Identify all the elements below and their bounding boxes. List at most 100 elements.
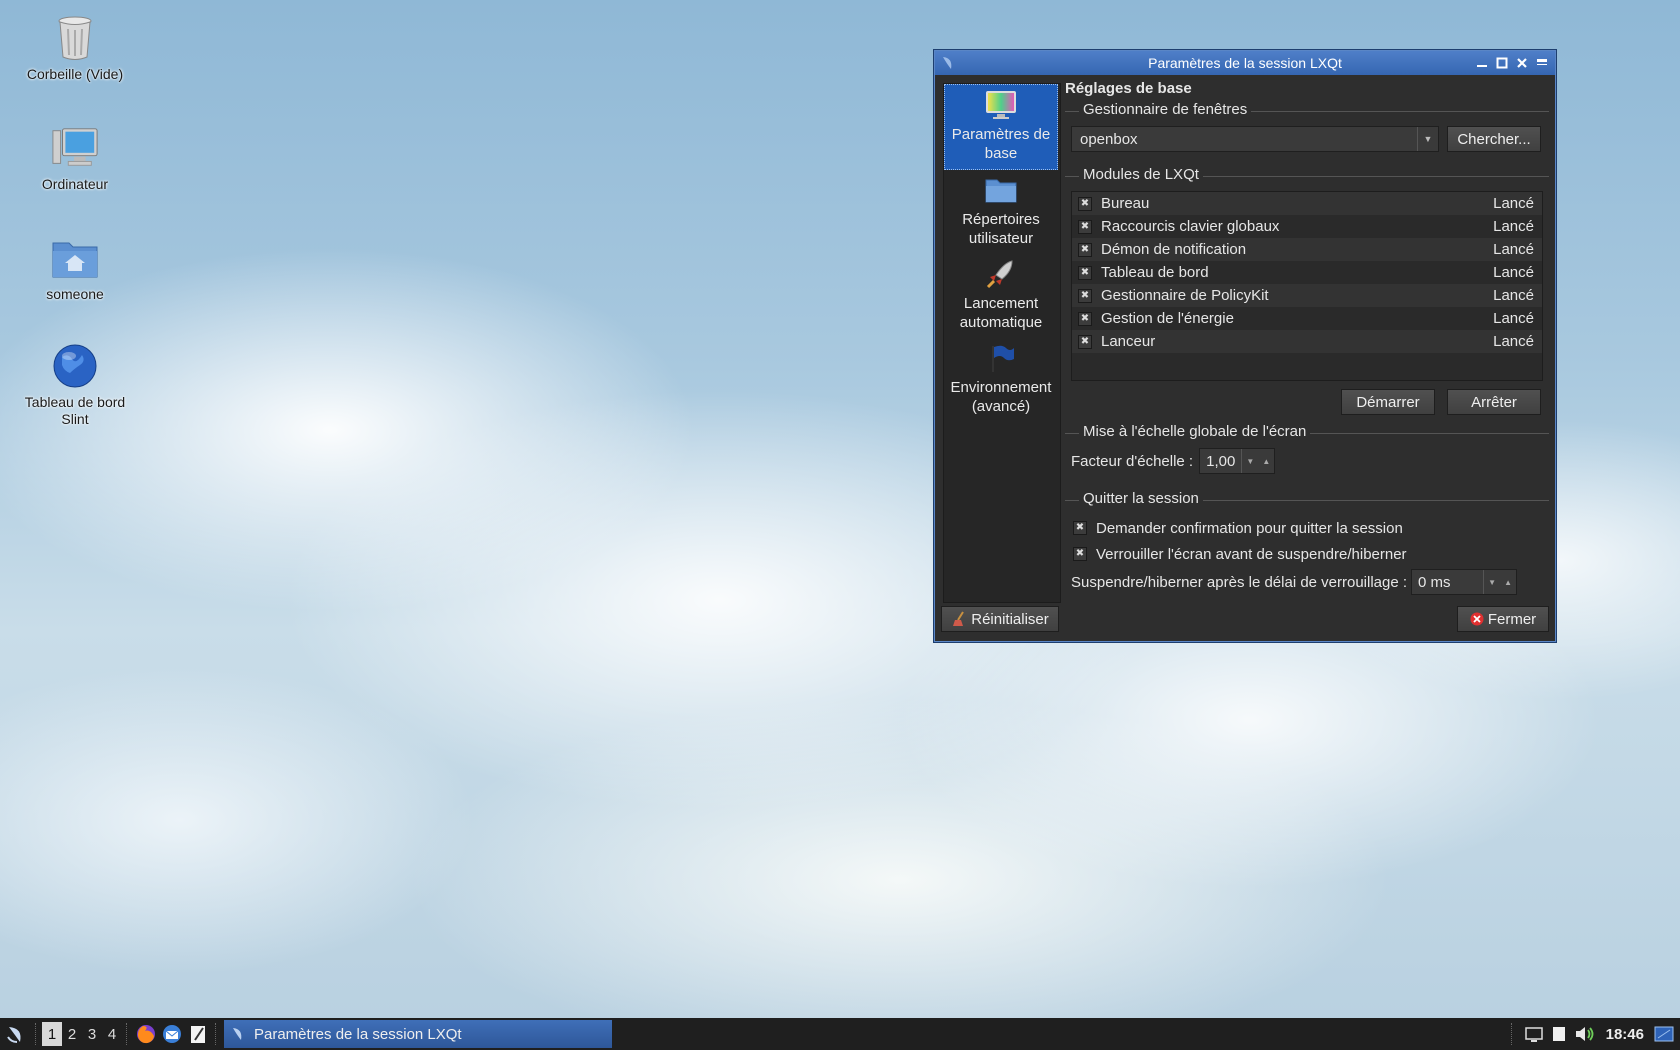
- module-name: Démon de notification: [1101, 241, 1247, 258]
- desktop-icon-home[interactable]: someone: [5, 234, 145, 303]
- sidebar-item-user-directories[interactable]: Répertoires utilisateur: [944, 170, 1058, 254]
- screen-scale-group: Mise à l'échelle globale de l'écran Fact…: [1065, 423, 1549, 490]
- session-settings-window: Paramètres de la session LXQt Paramètres…: [934, 50, 1556, 642]
- module-name: Raccourcis clavier globaux: [1101, 218, 1280, 235]
- flag-icon: [984, 342, 1018, 374]
- computer-icon: [51, 124, 99, 172]
- module-state: Lancé: [1493, 310, 1534, 327]
- maximize-icon[interactable]: [1493, 54, 1511, 72]
- module-row[interactable]: ✖ Bureau Lancé: [1072, 192, 1542, 215]
- module-row[interactable]: ✖ Gestion de l'énergie Lancé: [1072, 307, 1542, 330]
- desktop-icon-computer[interactable]: Ordinateur: [5, 124, 145, 193]
- module-state: Lancé: [1493, 218, 1534, 235]
- module-checkbox[interactable]: ✖: [1078, 242, 1092, 257]
- sidebar-item-environment[interactable]: Environnement (avancé): [944, 338, 1058, 422]
- module-checkbox[interactable]: ✖: [1078, 334, 1092, 349]
- close-icon[interactable]: [1513, 54, 1531, 72]
- close-label: Fermer: [1487, 610, 1537, 628]
- trash-icon: [51, 14, 99, 62]
- group-title: Quitter la session: [1079, 490, 1203, 507]
- mail-client-icon[interactable]: [160, 1022, 184, 1046]
- group-title: Mise à l'échelle globale de l'écran: [1079, 423, 1311, 440]
- module-row[interactable]: ✖ Lanceur Lancé: [1072, 330, 1542, 353]
- module-name: Gestionnaire de PolicyKit: [1101, 287, 1269, 304]
- sidebar-item-basic-settings[interactable]: Paramètres de base: [944, 84, 1058, 170]
- folder-icon: [984, 174, 1018, 206]
- lock-screen-option[interactable]: ✖ Verrouiller l'écran avant de suspendre…: [1065, 541, 1549, 567]
- module-name: Gestion de l'énergie: [1101, 310, 1234, 327]
- lxqt-app-icon: [230, 1026, 246, 1042]
- reset-label: Réinitialiser: [971, 610, 1049, 628]
- taskbar-window-button[interactable]: Paramètres de la session LXQt: [224, 1020, 612, 1048]
- scale-factor-spinbox[interactable]: 1,00 ▼ ▲: [1199, 448, 1276, 474]
- desktop-switch-2[interactable]: 2: [62, 1022, 82, 1046]
- group-title: Gestionnaire de fenêtres: [1079, 101, 1252, 118]
- confirm-quit-checkbox[interactable]: ✖: [1073, 521, 1087, 535]
- module-state: Lancé: [1493, 264, 1534, 281]
- confirm-quit-option[interactable]: ✖ Demander confirmation pour quitter la …: [1065, 515, 1549, 541]
- desktop-icon-label: someone: [46, 286, 104, 302]
- confirm-quit-label: Demander confirmation pour quitter la se…: [1096, 519, 1403, 537]
- module-name: Lanceur: [1101, 333, 1156, 350]
- firefox-icon[interactable]: [134, 1022, 158, 1046]
- broom-icon: [951, 611, 967, 627]
- spin-up-icon[interactable]: ▲: [1500, 570, 1516, 594]
- module-row[interactable]: ✖ Gestionnaire de PolicyKit Lancé: [1072, 284, 1542, 307]
- sidebar-item-label: Lancement automatique: [959, 295, 1043, 331]
- lock-screen-checkbox[interactable]: ✖: [1073, 547, 1087, 561]
- settings-sidebar: Paramètres de base Répertoires utilisate…: [943, 83, 1061, 603]
- module-checkbox[interactable]: ✖: [1078, 196, 1092, 211]
- system-tray: 18:46: [1507, 1023, 1674, 1045]
- home-folder-icon: [51, 234, 99, 282]
- window-manager-group: Gestionnaire de fenêtres openbox ▼ Cherc…: [1065, 101, 1549, 168]
- reset-button[interactable]: Réinitialiser: [941, 606, 1059, 632]
- module-checkbox[interactable]: ✖: [1078, 265, 1092, 280]
- close-circle-icon: [1470, 612, 1484, 626]
- lxqt-modules-group: Modules de LXQt ✖ Bureau Lancé ✖ Raccourcis…: [1065, 166, 1549, 425]
- text-editor-icon[interactable]: [186, 1022, 210, 1046]
- window-titlebar[interactable]: Paramètres de la session LXQt: [935, 51, 1555, 75]
- module-checkbox[interactable]: ✖: [1078, 219, 1092, 234]
- start-module-button[interactable]: Démarrer: [1341, 389, 1435, 415]
- lxqt-menu-icon[interactable]: [2, 1022, 30, 1046]
- spin-down-icon[interactable]: ▼: [1483, 570, 1500, 594]
- search-wm-button[interactable]: Chercher...: [1447, 126, 1541, 152]
- lock-delay-spinbox[interactable]: 0 ms ▼ ▲: [1411, 569, 1518, 595]
- desktop-switch-4[interactable]: 4: [102, 1022, 122, 1046]
- desktop-icon-trash[interactable]: Corbeille (Vide): [5, 14, 145, 83]
- spin-up-icon[interactable]: ▲: [1258, 449, 1274, 473]
- spin-down-icon[interactable]: ▼: [1241, 449, 1258, 473]
- desktop-switch-3[interactable]: 3: [82, 1022, 102, 1046]
- scale-factor-value: 1,00: [1206, 452, 1236, 470]
- stop-module-button[interactable]: Arrêter: [1447, 389, 1541, 415]
- module-checkbox[interactable]: ✖: [1078, 288, 1092, 303]
- sidebar-item-label: Répertoires utilisateur: [962, 211, 1040, 247]
- clipboard-icon[interactable]: [1550, 1025, 1568, 1043]
- module-row[interactable]: ✖ Tableau de bord Lancé: [1072, 261, 1542, 284]
- lock-screen-label: Verrouiller l'écran avant de suspendre/h…: [1096, 545, 1407, 563]
- volume-icon[interactable]: [1574, 1025, 1596, 1043]
- chevron-down-icon[interactable]: ▼: [1417, 127, 1438, 151]
- show-desktop-icon[interactable]: [1524, 1025, 1544, 1043]
- module-row[interactable]: ✖ Raccourcis clavier globaux Lancé: [1072, 215, 1542, 238]
- module-checkbox[interactable]: ✖: [1078, 311, 1092, 326]
- sidebar-item-autostart[interactable]: Lancement automatique: [944, 254, 1058, 338]
- shade-icon[interactable]: [1533, 54, 1551, 72]
- window-manager-value: openbox: [1080, 130, 1138, 148]
- desktop-switch-1[interactable]: 1: [42, 1022, 62, 1046]
- rocket-icon: [984, 258, 1018, 290]
- minimize-icon[interactable]: [1473, 54, 1491, 72]
- taskbar-separator: [126, 1023, 129, 1045]
- window-manager-combo[interactable]: openbox ▼: [1071, 126, 1439, 152]
- module-row[interactable]: ✖ Démon de notification Lancé: [1072, 238, 1542, 261]
- close-button[interactable]: Fermer: [1457, 606, 1549, 632]
- sidebar-item-label: Environnement (avancé): [950, 379, 1052, 415]
- taskbar-separator: [1510, 1023, 1514, 1045]
- desktop-icon-slint[interactable]: Tableau de bord Slint: [5, 342, 145, 428]
- page-title: Réglages de base: [1065, 80, 1192, 97]
- module-state: Lancé: [1493, 287, 1534, 304]
- lock-delay-value: 0 ms: [1418, 573, 1451, 591]
- module-state: Lancé: [1493, 195, 1534, 212]
- network-icon[interactable]: [1654, 1025, 1674, 1043]
- clock[interactable]: 18:46: [1606, 1026, 1644, 1043]
